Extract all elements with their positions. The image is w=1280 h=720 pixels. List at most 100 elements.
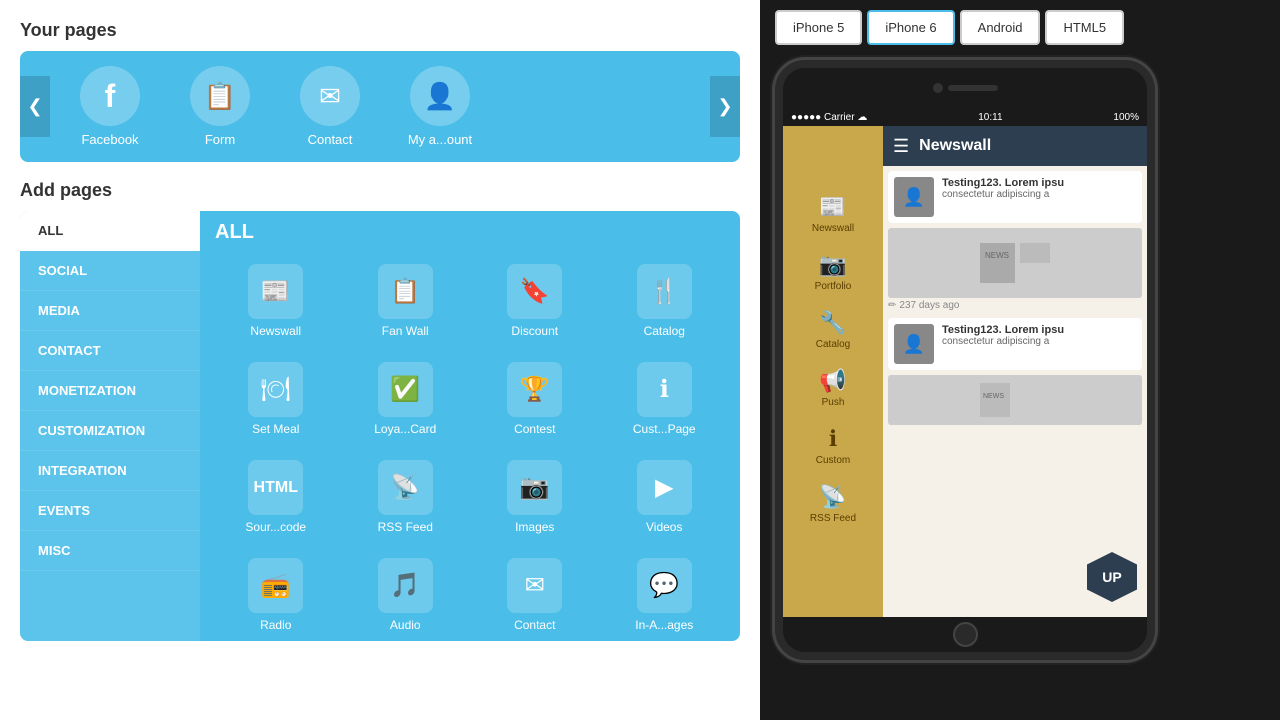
page-label: Contest [514, 422, 555, 436]
news-item-3[interactable]: 👤 Testing123. Lorem ipsu consectetur adi… [888, 318, 1142, 370]
news-text-1: Testing123. Lorem ipsu consectetur adipi… [942, 177, 1136, 200]
page-images[interactable]: 📷 Images [474, 452, 596, 542]
sidebar-item-label: Newswall [812, 223, 854, 234]
category-media[interactable]: MEDIA [20, 291, 200, 331]
app-title: Newswall [919, 137, 991, 155]
carousel-item-contact[interactable]: ✉ Contact [280, 66, 380, 147]
discount-icon: 🔖 [507, 264, 562, 319]
sidebar-item-catalog[interactable]: 🔧 Catalog [783, 302, 883, 358]
pages-grid-title: ALL [215, 221, 725, 244]
page-sourcecode[interactable]: HTML Sour...code [215, 452, 337, 542]
carrier-text: ●●●●● Carrier ☁ [791, 112, 867, 123]
carousel-next-arrow[interactable]: ❯ [710, 76, 740, 137]
page-newswall[interactable]: 📰 Newswall [215, 256, 337, 346]
page-rssfeed[interactable]: 📡 RSS Feed [345, 452, 467, 542]
page-contact2[interactable]: ✉ Contact [474, 550, 596, 640]
carousel-item-label: Contact [308, 132, 353, 147]
phone-camera [933, 83, 943, 93]
sourcecode-icon: HTML [248, 460, 303, 515]
right-panel: iPhone 5 iPhone 6 Android HTML5 ●●●●● Ca… [760, 0, 1280, 720]
contest-icon: 🏆 [507, 362, 562, 417]
sidebar-item-push[interactable]: 📢 Push [783, 360, 883, 416]
audio-icon: 🎵 [378, 558, 433, 613]
category-contact[interactable]: CONTACT [20, 331, 200, 371]
carousel-item-form[interactable]: 📋 Form [170, 66, 270, 147]
news-thumb-3: 👤 [894, 324, 934, 364]
inapp-images-icon: 💬 [637, 558, 692, 613]
newswall-icon: 📰 [248, 264, 303, 319]
your-pages-carousel: ❮ f Facebook 📋 Form ✉ Contact 👤 My a...o… [20, 51, 740, 162]
sidebar-item-rssfeed[interactable]: 📡 RSS Feed [783, 476, 883, 532]
account-icon: 👤 [410, 66, 470, 126]
news-excerpt-1: consectetur adipiscing a [942, 189, 1136, 200]
phone-bottom [783, 617, 1147, 652]
category-social[interactable]: SOCIAL [20, 251, 200, 291]
carousel-items: f Facebook 📋 Form ✉ Contact 👤 My a...oun… [50, 61, 710, 152]
category-events[interactable]: EVENTS [20, 491, 200, 531]
app-content: 👤 Testing123. Lorem ipsu consectetur adi… [883, 166, 1147, 617]
sidebar-item-newswall[interactable]: 📰 Newswall [783, 186, 883, 242]
home-button[interactable] [953, 622, 978, 647]
sidebar-item-portfolio[interactable]: 📷 Portfolio [783, 244, 883, 300]
form-icon: 📋 [190, 66, 250, 126]
contact-icon: ✉ [300, 66, 360, 126]
page-radio[interactable]: 📻 Radio [215, 550, 337, 640]
videos-icon: ▶ [637, 460, 692, 515]
sidebar-item-label: RSS Feed [810, 513, 856, 524]
page-fanwall[interactable]: 📋 Fan Wall [345, 256, 467, 346]
sidebar-item-label: Catalog [816, 339, 850, 350]
page-label: Loya...Card [374, 422, 436, 436]
device-buttons: iPhone 5 iPhone 6 Android HTML5 [775, 10, 1124, 45]
page-label: Contact [514, 618, 555, 632]
iphone6-button[interactable]: iPhone 6 [867, 10, 954, 45]
carousel-item-label: Form [205, 132, 235, 147]
news-timestamp: ✏ 237 days ago [888, 298, 1142, 313]
page-audio[interactable]: 🎵 Audio [345, 550, 467, 640]
category-customization[interactable]: CUSTOMIZATION [20, 411, 200, 451]
carousel-item-label: Facebook [81, 132, 138, 147]
fanwall-icon: 📋 [378, 264, 433, 319]
page-label: Discount [511, 324, 558, 338]
page-contest[interactable]: 🏆 Contest [474, 354, 596, 444]
news-title-3: Testing123. Lorem ipsu [942, 324, 1136, 336]
rssfeed-icon: 📡 [378, 460, 433, 515]
page-videos[interactable]: ▶ Videos [604, 452, 726, 542]
rss-sidebar-icon: 📡 [819, 484, 846, 510]
category-integration[interactable]: INTEGRATION [20, 451, 200, 491]
category-misc[interactable]: MISC [20, 531, 200, 571]
setmeal-icon: 🍽 [248, 362, 303, 417]
category-monetization[interactable]: MONETIZATION [20, 371, 200, 411]
battery-text: 100% [1113, 112, 1139, 123]
carousel-item-label: My a...ount [408, 132, 472, 147]
news-big-item[interactable]: NEWS ✏ 237 days ago [888, 228, 1142, 313]
sidebar-item-custom[interactable]: ℹ Custom [783, 418, 883, 474]
page-custompage[interactable]: ℹ Cust...Page [604, 354, 726, 444]
page-loyaltycard[interactable]: ✅ Loya...Card [345, 354, 467, 444]
custompage-icon: ℹ [637, 362, 692, 417]
loyaltycard-icon: ✅ [378, 362, 433, 417]
html5-button[interactable]: HTML5 [1045, 10, 1124, 45]
page-label: In-A...ages [635, 618, 693, 632]
news-title-1: Testing123. Lorem ipsu [942, 177, 1136, 189]
page-discount[interactable]: 🔖 Discount [474, 256, 596, 346]
sidebar-item-label: Custom [816, 455, 850, 466]
android-button[interactable]: Android [960, 10, 1041, 45]
carousel-prev-arrow[interactable]: ❮ [20, 76, 50, 137]
add-pages-title: Add pages [20, 180, 740, 201]
carousel-item-myaccount[interactable]: 👤 My a...ount [390, 66, 490, 147]
phone-screen: 📰 Newswall 📷 Portfolio 🔧 Catalog 📢 Push … [783, 126, 1147, 617]
left-panel: Your pages ❮ f Facebook 📋 Form ✉ Contact [0, 0, 760, 720]
iphone5-button[interactable]: iPhone 5 [775, 10, 862, 45]
push-sidebar-icon: 📢 [819, 368, 846, 394]
newswall-sidebar-icon: 📰 [819, 194, 846, 220]
news-item-1[interactable]: 👤 Testing123. Lorem ipsu consectetur adi… [888, 171, 1142, 223]
news-thumb-1: 👤 [894, 177, 934, 217]
hamburger-icon[interactable]: ☰ [893, 136, 909, 157]
news-bottom-image: NEWS [888, 375, 1142, 425]
page-setmeal[interactable]: 🍽 Set Meal [215, 354, 337, 444]
page-catalog[interactable]: 🍴 Catalog [604, 256, 726, 346]
category-all[interactable]: ALL [20, 211, 200, 251]
time-text: 10:11 [978, 112, 1002, 123]
carousel-item-facebook[interactable]: f Facebook [60, 66, 160, 147]
page-inapp-images[interactable]: 💬 In-A...ages [604, 550, 726, 640]
